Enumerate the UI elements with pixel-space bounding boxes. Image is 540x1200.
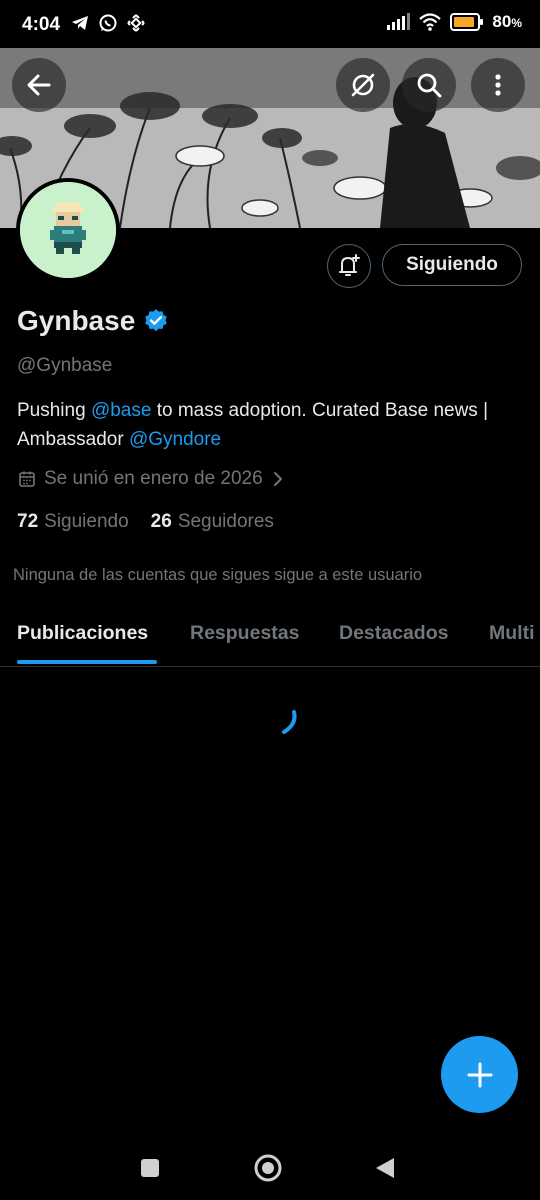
profile-name: Gynbase	[17, 305, 169, 337]
status-left-icons	[70, 13, 146, 33]
square-icon	[141, 1159, 159, 1177]
bell-plus-icon	[339, 254, 360, 276]
following-button[interactable]: Siguiendo	[382, 244, 522, 286]
notify-button[interactable]	[327, 244, 371, 288]
back-button[interactable]	[12, 58, 66, 112]
following-count: 72	[17, 511, 39, 532]
home-circle-icon	[254, 1154, 282, 1182]
grok-button[interactable]	[336, 58, 390, 112]
system-nav-bar	[0, 1130, 540, 1200]
followers-link[interactable]: 26 Seguidores	[151, 511, 274, 533]
tab-respuestas[interactable]: Respuestas	[190, 622, 299, 645]
profile-tabs: Publicaciones Respuestas Destacados Mult…	[0, 600, 540, 667]
profile-name-text: Gynbase	[17, 305, 136, 336]
battery-value: 80	[492, 12, 512, 31]
grok-icon	[351, 73, 375, 97]
battery-level: 80%	[492, 12, 522, 32]
loading-spinner-icon	[282, 710, 297, 734]
binance-icon	[127, 14, 145, 32]
follow-stats: 72 Siguiendo 26 Seguidores	[17, 511, 274, 533]
avatar[interactable]	[16, 178, 120, 282]
joined-text: Se unió en enero de 2026	[44, 468, 263, 489]
followers-count: 26	[150, 511, 172, 532]
active-tab-indicator	[17, 660, 157, 664]
signal-icon	[387, 13, 411, 30]
status-time: 4:04	[22, 14, 61, 35]
profile-bio: Pushing @base to mass adoption. Curated …	[17, 396, 517, 454]
following-label: Siguiendo	[44, 511, 129, 532]
status-bar: 4:04 80%	[0, 0, 540, 48]
whatsapp-icon	[99, 14, 117, 32]
tab-multimedia[interactable]: Multi	[489, 622, 534, 645]
tab-publicaciones[interactable]: Publicaciones	[17, 622, 148, 645]
battery-suffix: %	[511, 16, 522, 30]
tab-destacados[interactable]: Destacados	[339, 622, 448, 645]
chevron-right-icon	[273, 472, 282, 486]
arrow-left-icon	[27, 74, 51, 96]
compose-button[interactable]	[441, 1036, 518, 1113]
search-icon	[417, 73, 442, 98]
more-button[interactable]	[471, 58, 525, 112]
battery-icon	[450, 13, 484, 31]
back-nav-button[interactable]	[365, 1148, 405, 1188]
home-button[interactable]	[248, 1148, 288, 1188]
status-right-icons: 80%	[386, 12, 522, 32]
mutual-followers-note: Ninguna de las cuentas que sigues sigue …	[13, 566, 423, 584]
joined-row[interactable]: Se unió en enero de 2026	[18, 468, 285, 490]
plus-icon	[467, 1062, 492, 1087]
more-vertical-icon	[495, 74, 501, 96]
verified-badge-icon	[145, 309, 168, 332]
wifi-icon	[419, 13, 442, 31]
calendar-icon	[19, 471, 35, 487]
search-button[interactable]	[402, 58, 456, 112]
back-triangle-icon	[376, 1158, 394, 1178]
profile-handle: @Gynbase	[17, 355, 113, 376]
followers-label: Seguidores	[177, 511, 274, 532]
avatar-pixel-art	[20, 182, 116, 278]
recents-button[interactable]	[130, 1148, 170, 1188]
bio-mention-gyndore[interactable]: @Gyndore	[129, 429, 221, 450]
bio-mention-base[interactable]: @base	[91, 400, 152, 421]
following-link[interactable]: 72 Siguiendo	[17, 511, 129, 533]
bio-text-1: Pushing	[17, 400, 91, 421]
telegram-icon	[72, 16, 88, 30]
